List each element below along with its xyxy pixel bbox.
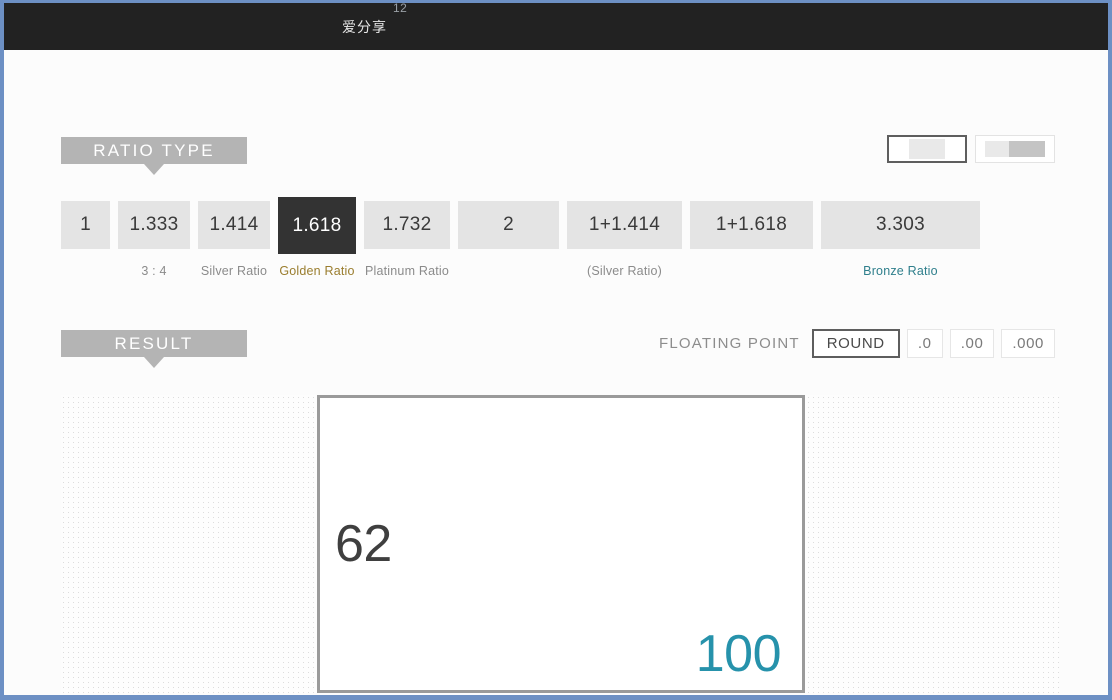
split-block-icon [985, 141, 1045, 157]
ratio-cell: 2 [458, 201, 559, 278]
ratio-cell: 1+1.618 [690, 201, 813, 278]
ratio-button-2[interactable]: 2 [458, 201, 559, 249]
ratio-cell: 1.618 Golden Ratio [278, 197, 356, 278]
ratio-cell: 1.333 3 : 4 [118, 201, 190, 278]
ratio-button-1.414[interactable]: 1.414 [198, 201, 270, 249]
result-banner: RESULT [61, 330, 247, 368]
ratio-button-1.732[interactable]: 1.732 [364, 201, 450, 249]
mode-button-group [887, 135, 1055, 163]
base-number[interactable]: 100 [696, 624, 782, 684]
mode-split-button[interactable] [975, 135, 1055, 163]
ratio-cell: 1.732 Platinum Ratio [364, 201, 450, 278]
floating-point-option-000[interactable]: .000 [1001, 329, 1055, 358]
result-box[interactable]: 62 100 [317, 395, 805, 693]
ratio-type-list: 1 1.333 3 : 4 1.414 Silver Ratio 1.618 Golden… [61, 197, 980, 278]
floating-point-option-round[interactable]: ROUND [811, 329, 900, 358]
app-window: 12 爱分享 RATIO TYPE 1 1.333 3 : 4 1.414 Silve… [0, 0, 1112, 700]
titlebar-badge: 12 [393, 3, 408, 15]
floating-point-group: FLOATING POINT ROUND .0.00.000 [659, 329, 1055, 358]
ratio-type-banner-label: RATIO TYPE [93, 140, 215, 160]
ratio-cell: 1.414 Silver Ratio [198, 201, 270, 278]
titlebar-title: 爱分享 [342, 20, 387, 36]
ratio-sublabel: Platinum Ratio [364, 264, 450, 278]
ratio-button-1.618[interactable]: 1.618 [278, 197, 356, 254]
single-block-icon [909, 139, 945, 159]
floating-point-option-00[interactable]: .00 [949, 329, 995, 358]
ratio-sublabel [84, 264, 88, 278]
ratio-sublabel: Silver Ratio [200, 264, 268, 278]
ratio-sublabel: (Silver Ratio) [586, 264, 663, 278]
floating-point-label: FLOATING POINT [659, 335, 800, 352]
banner-tail-icon [144, 357, 164, 368]
ratio-cell: 1 [61, 201, 110, 278]
ratio-sublabel: Golden Ratio [279, 264, 355, 278]
mode-single-button[interactable] [887, 135, 967, 163]
ratio-type-banner: RATIO TYPE [61, 137, 247, 175]
ratio-number[interactable]: 62 [335, 514, 392, 574]
ratio-cell: 1+1.414 (Silver Ratio) [567, 201, 682, 278]
ratio-cell: 3.303 Bronze Ratio [821, 201, 980, 278]
ratio-sublabel: Bronze Ratio [863, 264, 938, 278]
ratio-button-1+1.618[interactable]: 1+1.618 [690, 201, 813, 249]
ratio-button-3.303[interactable]: 3.303 [821, 201, 980, 249]
ratio-button-1+1.414[interactable]: 1+1.414 [567, 201, 682, 249]
ratio-sublabel [507, 264, 511, 278]
title-bar: 12 爱分享 [4, 3, 1108, 50]
ratio-button-1[interactable]: 1 [61, 201, 110, 249]
ratio-button-1.333[interactable]: 1.333 [118, 201, 190, 249]
floating-point-option-0[interactable]: .0 [906, 329, 943, 358]
ratio-sublabel: 3 : 4 [141, 264, 167, 278]
banner-tail-icon [144, 164, 164, 175]
result-banner-label: RESULT [114, 333, 194, 353]
page-body: RATIO TYPE 1 1.333 3 : 4 1.414 Silver Ratio… [4, 50, 1108, 695]
ratio-sublabel [750, 264, 754, 278]
